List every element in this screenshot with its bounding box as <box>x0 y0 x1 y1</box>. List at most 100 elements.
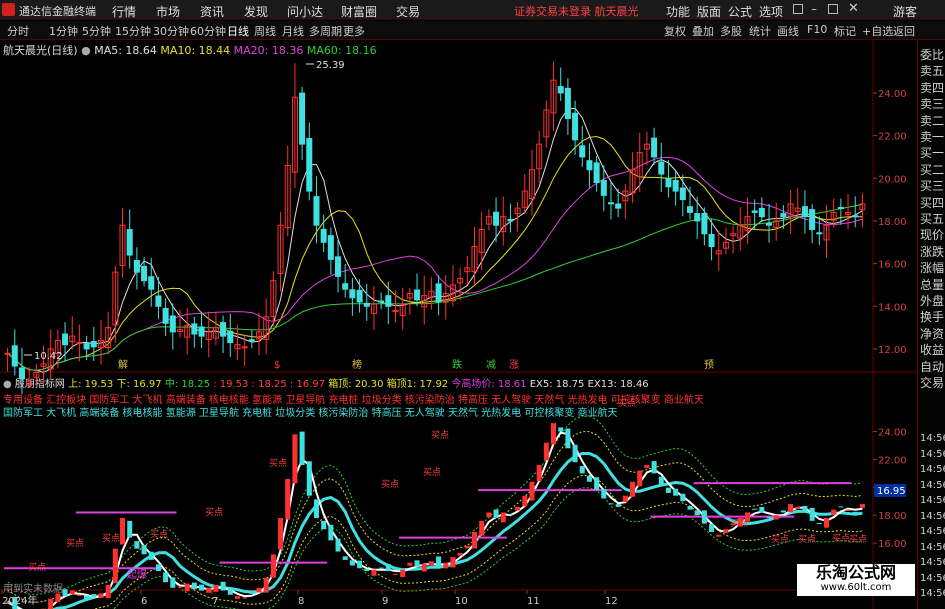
indicator-candle <box>759 507 765 513</box>
add-favorite-button[interactable]: +自选 <box>862 23 893 39</box>
menu-wealth-circle[interactable]: 财富圈 <box>341 3 377 20</box>
menu-functions[interactable]: 功能 <box>666 3 690 20</box>
quote-field-label[interactable]: 交易 <box>920 376 944 390</box>
tab-period-more[interactable]: 更多 <box>343 23 365 39</box>
indicator-candle <box>385 564 391 572</box>
tab-period-weekly[interactable]: 周线 <box>254 23 276 39</box>
buy-signal-label: 买点 <box>849 534 867 545</box>
candle-body <box>392 310 399 313</box>
quote-field-label[interactable]: 涨跌 <box>920 245 944 259</box>
overlay-button[interactable]: 叠加 <box>692 23 714 39</box>
menu-quotes[interactable]: 行情 <box>112 3 136 20</box>
candle-body <box>414 289 421 301</box>
menu-news[interactable]: 资讯 <box>200 3 224 20</box>
candle-body <box>801 206 808 218</box>
candle-body <box>133 260 140 273</box>
tab-period-30min[interactable]: 30分钟 <box>153 23 189 39</box>
indicator-candle <box>256 587 262 593</box>
indicator-candle <box>601 488 607 499</box>
candle-body <box>837 206 844 209</box>
event-mark: 解 <box>118 358 128 371</box>
quote-field-label[interactable]: 买三 <box>920 179 944 193</box>
menu-options[interactable]: 选项 <box>759 3 783 20</box>
multi-stock-button[interactable]: 多股 <box>720 23 742 39</box>
candle-body <box>600 180 607 196</box>
quote-field-label[interactable]: 现价 <box>920 228 944 242</box>
buy-signal-label: 买点 <box>771 534 789 545</box>
window-icon[interactable] <box>793 4 803 14</box>
quote-field-label[interactable]: 换手 <box>920 310 944 324</box>
tab-period-60min[interactable]: 60分钟 <box>190 23 226 39</box>
minimize-icon[interactable]: – <box>811 2 817 16</box>
indicator-candle <box>105 585 111 599</box>
tab-period-5min[interactable]: 5分钟 <box>82 23 111 39</box>
login-status[interactable]: 证券交易未登录 航天晨光 <box>514 3 639 19</box>
quote-field-label[interactable]: 卖三 <box>920 97 944 111</box>
quote-field-label[interactable]: 净资 <box>920 327 944 341</box>
maximize-icon[interactable] <box>828 4 838 14</box>
tab-period-monthly[interactable]: 月线 <box>282 23 304 39</box>
indicator-candle <box>594 477 600 491</box>
menu-assistant[interactable]: 问小达 <box>287 3 323 20</box>
buy-signal-label: 买点 <box>423 467 441 478</box>
tab-period-daily[interactable]: 日线 <box>227 23 249 39</box>
f10-button[interactable]: F10 <box>807 23 827 36</box>
candle-body <box>493 211 500 226</box>
buy-signal-label: 买点 <box>269 458 287 469</box>
candle-body <box>11 345 18 367</box>
quote-field-label[interactable]: 委比 <box>920 48 944 62</box>
menu-market[interactable]: 市场 <box>156 3 180 20</box>
sub-tick-label: 18.00 <box>878 511 907 522</box>
quote-field-label[interactable]: 总量 <box>920 278 944 292</box>
candle-body <box>751 210 758 213</box>
tab-period-intraday[interactable]: 分时 <box>7 23 29 39</box>
indicator-candle <box>127 520 133 538</box>
indicator-candle <box>48 598 54 609</box>
indicator-candle <box>328 524 334 541</box>
adjust-button[interactable]: 复权 <box>664 23 686 39</box>
mark-button[interactable]: 标记 <box>834 23 856 39</box>
guest-label[interactable]: 游客 <box>893 3 917 20</box>
quote-field-label[interactable]: 买二 <box>920 163 944 177</box>
back-button[interactable]: 返回 <box>893 23 915 39</box>
indicator-candle <box>155 564 161 572</box>
candle-body <box>335 256 342 277</box>
quote-field-label[interactable]: 卖五 <box>920 64 944 78</box>
quote-field-label[interactable]: 收益 <box>920 343 944 357</box>
quote-field-label[interactable]: 卖四 <box>920 81 944 95</box>
quote-field-label[interactable]: 涨幅 <box>920 261 944 275</box>
tab-period-multi[interactable]: 多周期 <box>309 23 342 39</box>
candle-body <box>313 196 320 226</box>
draw-line-button[interactable]: 画线 <box>777 23 799 39</box>
indicator-candle <box>98 593 104 599</box>
indicator-candle <box>141 544 147 555</box>
quote-field-label[interactable]: 卖二 <box>920 114 944 128</box>
indicator-candle <box>213 585 219 592</box>
tab-period-1min[interactable]: 1分钟 <box>49 23 78 39</box>
close-icon[interactable]: ✕ <box>848 1 859 16</box>
menu-trade[interactable]: 交易 <box>396 3 420 20</box>
indicator-candle <box>608 503 614 505</box>
ma-line <box>7 203 863 371</box>
menu-layout[interactable]: 版面 <box>697 3 721 20</box>
indicator-candle <box>335 538 341 552</box>
chart-area[interactable]: 24.00 22.00 20.00 18.00 16.00 14.00 12.00 24.0… <box>0 40 917 609</box>
quote-field-label[interactable]: 外盘 <box>920 294 944 308</box>
quote-field-label[interactable]: 卖一 <box>920 130 944 144</box>
menu-formula[interactable]: 公式 <box>728 3 752 20</box>
app-logo-icon <box>2 3 15 16</box>
statistics-button[interactable]: 统计 <box>749 23 771 39</box>
candle-body <box>665 178 672 188</box>
event-mark: 预 <box>704 359 714 371</box>
quote-field-label[interactable]: 买一 <box>920 146 944 160</box>
quote-field-label[interactable]: 买四 <box>920 196 944 210</box>
indicator-candle <box>199 584 205 591</box>
indicator-candle <box>163 572 169 583</box>
quote-field-label[interactable]: 自动 <box>920 360 944 374</box>
menu-discover[interactable]: 发现 <box>244 3 268 20</box>
burst-label: 起爆 <box>127 569 147 581</box>
tab-period-15min[interactable]: 15分钟 <box>115 23 151 39</box>
indicator-candle <box>622 495 628 503</box>
sub-price-axis: 24.0022.0020.0018.0016.0014.00 <box>873 428 907 578</box>
quote-field-label[interactable]: 买五 <box>920 212 944 226</box>
